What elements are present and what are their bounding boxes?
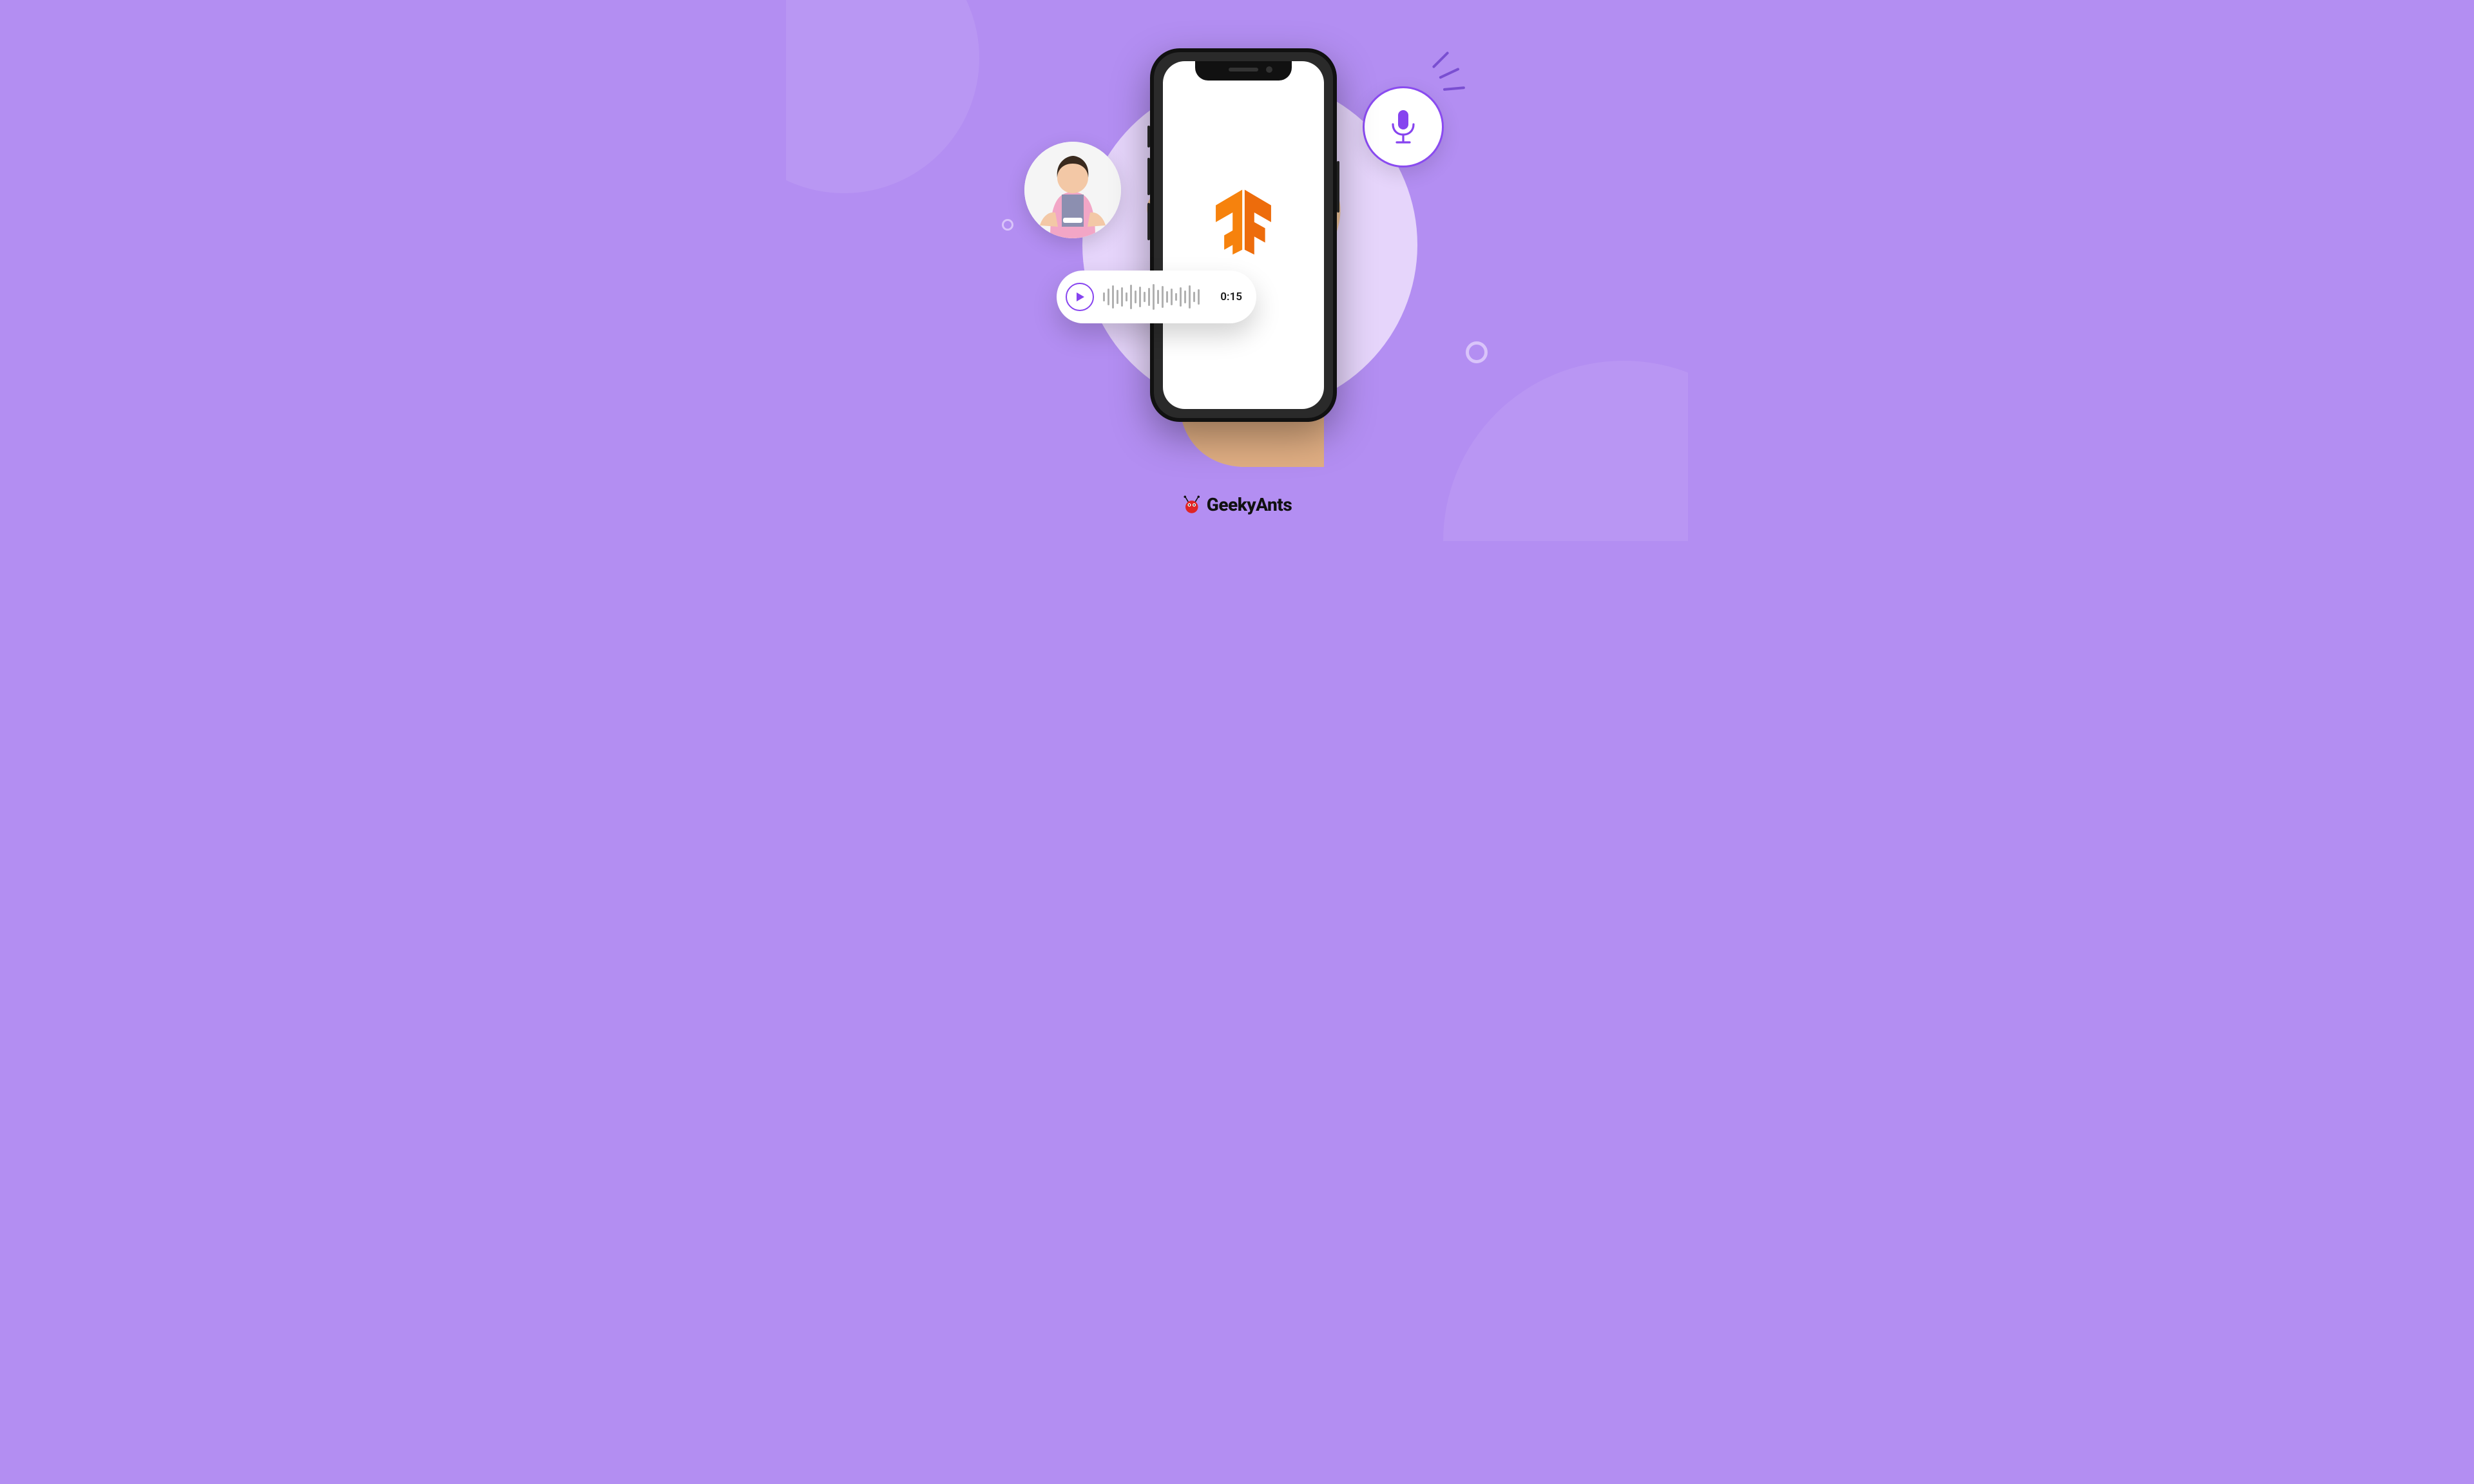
tensorflow-logo-icon: [1207, 185, 1280, 257]
play-button[interactable]: [1066, 283, 1094, 311]
deco-ring-large: [1466, 341, 1488, 363]
microphone-badge: [1363, 86, 1444, 167]
brand-name: GeekyAnts: [1207, 494, 1292, 515]
hero-illustration: 0:15 GeekyAnts: [786, 0, 1688, 541]
audio-waveform: [1103, 283, 1211, 311]
audio-player-widget: 0:15: [1057, 271, 1256, 323]
brand-lockup: GeekyAnts: [1182, 494, 1292, 515]
deco-ring-small: [1002, 219, 1013, 231]
phone-notch: [1195, 61, 1292, 81]
person-avatar: [1024, 142, 1121, 238]
microphone-icon: [1386, 108, 1420, 146]
brand-ant-icon: [1182, 495, 1202, 515]
mic-sound-rays: [1429, 61, 1474, 100]
phone-screen: [1163, 61, 1324, 409]
phone-device: [1150, 48, 1337, 422]
bg-blob-top-left: [786, 0, 979, 193]
bg-blob-bottom-right: [1443, 361, 1688, 541]
audio-duration: 0:15: [1220, 290, 1242, 303]
play-icon: [1074, 291, 1086, 303]
